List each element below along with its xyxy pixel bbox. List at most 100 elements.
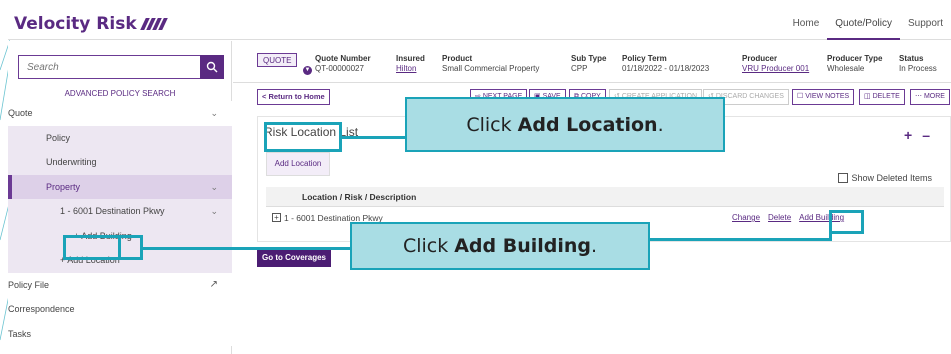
ellipsis-icon: ⋯ <box>915 93 924 100</box>
callout-text: Click <box>466 113 512 136</box>
insured-field: Insured Hilton <box>396 54 425 73</box>
field-label: Policy Term <box>622 54 667 63</box>
search-input[interactable] <box>18 55 200 79</box>
table-header: Location / Risk / Description <box>266 187 944 207</box>
expand-collapse-controls[interactable]: +– <box>904 127 940 143</box>
field-value: Wholesale <box>827 64 865 73</box>
top-nav: Home Quote/Policy Support <box>785 8 951 40</box>
logo-mark-icon <box>139 18 168 30</box>
sidebar-item-underwriting[interactable]: Underwriting <box>8 150 232 175</box>
callout-connector <box>143 247 350 250</box>
delete-button[interactable]: ◫ DELETE <box>859 89 905 105</box>
sidebar-item-policy-file[interactable]: Policy File ↗ <box>8 272 232 297</box>
delete-link[interactable]: Delete <box>768 213 791 222</box>
add-location-button[interactable]: Add Location <box>266 152 330 176</box>
column-header: Location / Risk / Description <box>302 192 417 202</box>
producer-type-field: Producer Type Wholesale <box>827 54 882 73</box>
field-value: Small Commercial Property <box>442 64 540 73</box>
sidebar-item-label: 1 - 6001 Destination Pkwy <box>60 206 165 216</box>
search-button[interactable] <box>200 55 224 79</box>
show-deleted-toggle[interactable]: Show Deleted Items <box>838 173 932 183</box>
button-label: MORE <box>923 93 945 100</box>
sidebar-item-label: Property <box>46 181 81 192</box>
advanced-search-link[interactable]: ADVANCED POLICY SEARCH <box>8 89 232 98</box>
return-home-button[interactable]: < Return to Home <box>257 89 330 105</box>
callout-text: Click <box>402 235 449 257</box>
field-value: In Process <box>899 64 937 73</box>
button-label: DISCARD CHANGES <box>715 93 784 100</box>
search-icon <box>206 61 218 73</box>
sidebar-item-label: Tasks <box>8 328 32 339</box>
callout-text: . <box>591 235 598 257</box>
nav-home[interactable]: Home <box>785 8 828 40</box>
plus-icon[interactable]: + <box>904 127 922 143</box>
change-link[interactable]: Change <box>732 213 760 222</box>
callout-add-building: Click Add Building. <box>350 222 650 270</box>
sidebar-item-property[interactable]: Property ⌄ <box>8 174 232 199</box>
field-label: Producer Type <box>827 54 883 63</box>
top-bar: Velocity Risk Home Quote/Policy Support <box>8 8 951 40</box>
go-to-coverages-button[interactable]: Go to Coverages <box>257 248 331 267</box>
nav-quote-policy[interactable]: Quote/Policy <box>827 8 900 40</box>
quote-number-field: Quote Number QT-00000027 <box>315 54 371 73</box>
checkbox[interactable] <box>838 173 849 183</box>
nav-support[interactable]: Support <box>900 8 951 40</box>
expand-icon[interactable]: + <box>272 213 281 222</box>
field-label: Sub Type <box>571 54 607 63</box>
status-field: Status In Process <box>899 54 937 73</box>
producer-field: Producer VRU Producer 001 <box>742 54 809 73</box>
sidebar-item-tasks[interactable]: Tasks <box>8 321 232 346</box>
chevron-down-icon: ⌄ <box>210 206 218 216</box>
quote-header: QUOTE ▼ Quote Number QT-00000027 Insured… <box>233 41 951 83</box>
app-logo[interactable]: Velocity Risk <box>14 14 168 34</box>
app-frame: Velocity Risk Home Quote/Policy Support … <box>0 0 951 354</box>
sidebar-item-label: Policy File <box>8 279 50 290</box>
field-label: Insured <box>396 54 425 63</box>
add-location-highlight <box>264 122 342 152</box>
sidebar-item-quote[interactable]: Quote ⌄ <box>8 101 232 126</box>
policy-term-field: Policy Term 01/18/2022 - 01/18/2023 <box>622 54 709 73</box>
button-label: DELETE <box>872 93 900 100</box>
more-button[interactable]: ⋯ MORE <box>910 89 950 105</box>
sidebar-item-label: Quote <box>8 108 33 118</box>
field-value: 01/18/2022 - 01/18/2023 <box>622 64 710 73</box>
field-label: Producer <box>742 54 778 63</box>
callout-connector <box>829 230 832 241</box>
callout-emphasis: Add Building <box>454 235 592 257</box>
sidebar-item-correspondence[interactable]: Correspondence <box>8 297 232 322</box>
search-box <box>18 55 224 79</box>
logo-text: Velocity Risk <box>14 14 137 34</box>
field-label: Quote Number <box>315 54 371 63</box>
notes-icon: ☐ <box>797 93 806 100</box>
add-building-link-highlight <box>829 210 864 234</box>
producer-link[interactable]: VRU Producer 001 <box>742 64 809 73</box>
callout-connector <box>650 238 830 241</box>
insured-link[interactable]: Hilton <box>396 64 425 73</box>
main-content: QUOTE ▼ Quote Number QT-00000027 Insured… <box>233 41 951 354</box>
field-value: QT-00000027 <box>315 64 364 73</box>
field-label: Status <box>899 54 924 63</box>
trash-icon: ◫ <box>864 93 873 100</box>
sidebar-item-label: Underwriting <box>46 157 97 167</box>
button-label: VIEW NOTES <box>805 93 850 100</box>
chevron-down-icon[interactable]: ▼ <box>303 66 312 75</box>
view-notes-button[interactable]: ☐ VIEW NOTES <box>792 89 855 105</box>
minus-icon[interactable]: – <box>922 127 940 143</box>
add-building-sidebar-highlight <box>63 235 143 260</box>
product-field: Product Small Commercial Property <box>442 54 539 73</box>
field-label: Product <box>442 54 473 63</box>
sidebar-item-label: Policy <box>46 132 71 143</box>
callout-connector <box>342 136 405 139</box>
sidebar-item-policy[interactable]: Policy <box>8 125 232 150</box>
sidebar-item-label: Correspondence <box>8 304 75 314</box>
field-value: CPP <box>571 64 588 73</box>
chevron-down-icon: ⌄ <box>210 181 218 192</box>
selected-indicator <box>8 174 12 199</box>
sidebar-nav: Quote ⌄ Policy Underwriting Property ⌄ 1… <box>8 101 232 346</box>
sidebar-item-location[interactable]: 1 - 6001 Destination Pkwy ⌄ <box>8 199 232 224</box>
quote-tag: QUOTE <box>257 53 298 67</box>
callout-add-location: Click Add Location. <box>405 97 725 152</box>
chevron-down-icon: ⌄ <box>210 108 218 118</box>
callout-text: . <box>657 113 664 136</box>
subtype-field: Sub Type CPP <box>571 54 606 73</box>
